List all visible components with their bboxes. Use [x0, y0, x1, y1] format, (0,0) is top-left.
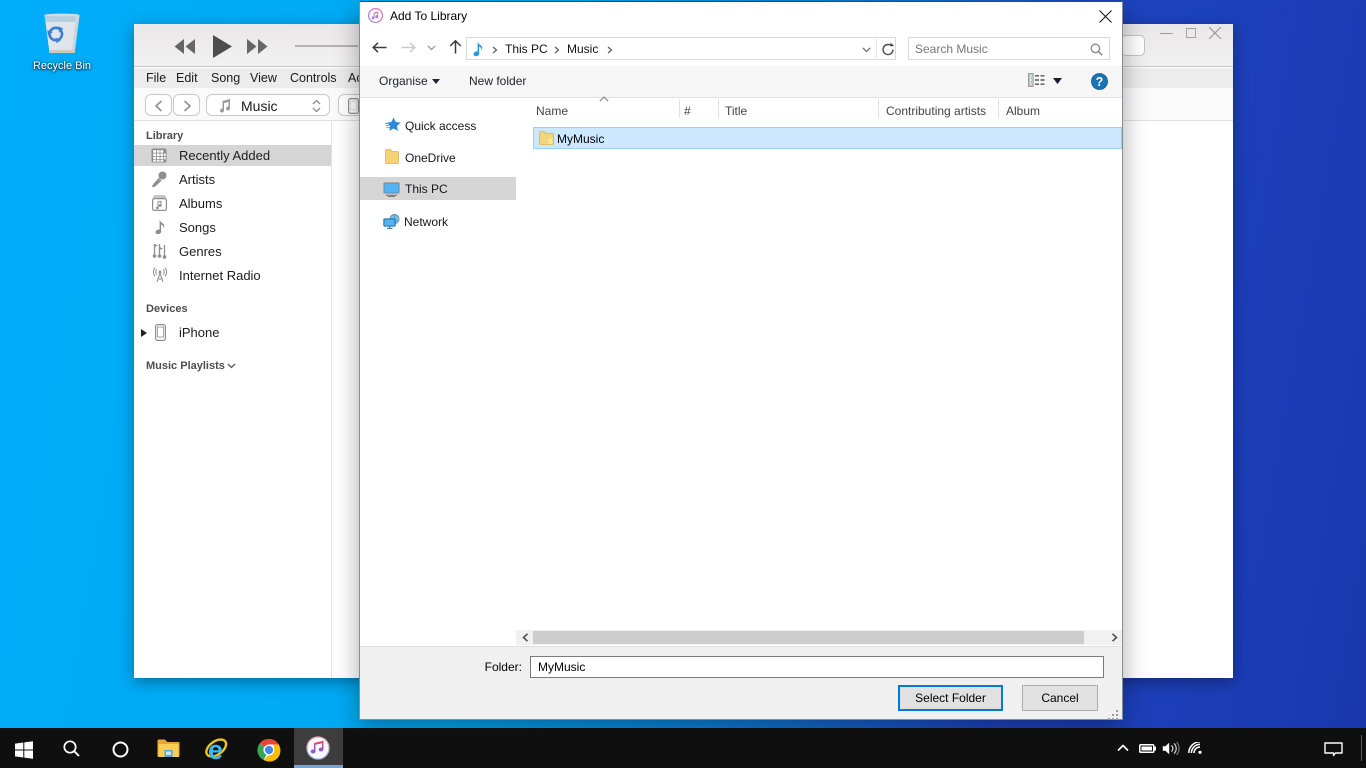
svg-text:?: ? [1096, 75, 1104, 89]
svg-text:e: e [208, 736, 223, 762]
